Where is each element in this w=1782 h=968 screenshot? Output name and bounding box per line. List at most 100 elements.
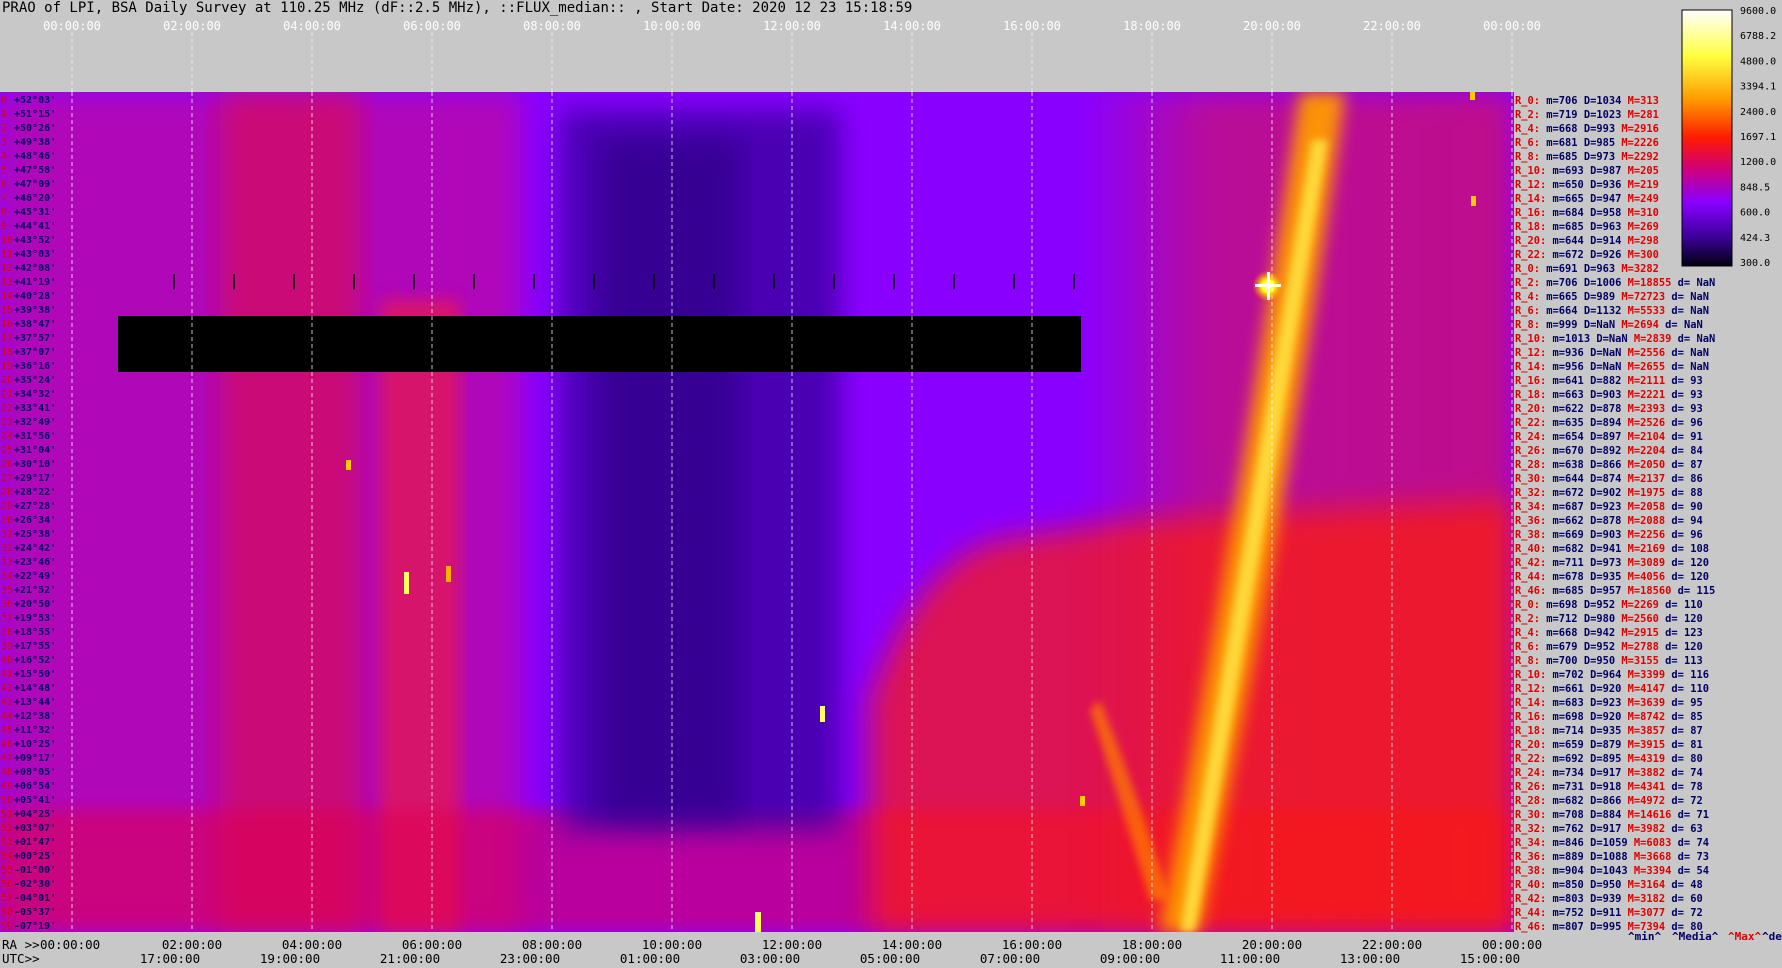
dec-label: -01°00' xyxy=(14,865,56,876)
dec-label: +43°03' xyxy=(14,249,56,260)
dec-label: +47°58' xyxy=(14,165,56,176)
colorbar-tick-label: 6788.2 xyxy=(1740,31,1776,42)
stat-row: R_20: m=622 D=878 M=2393 d= 93 xyxy=(1515,403,1703,415)
dec-label: +32°49' xyxy=(14,417,56,428)
stat-row: R_16: m=698 D=920 M=8742 d= 85 xyxy=(1515,711,1703,723)
dec-label: +48°46' xyxy=(14,151,56,162)
utc-tick-label: 03:00:00 xyxy=(740,951,800,966)
dec-row-number: 25 xyxy=(1,445,13,456)
top-tick-label: 00:00:00 xyxy=(43,19,101,33)
dec-label: +20°50' xyxy=(14,599,56,610)
dec-row-number: 35 xyxy=(1,585,13,596)
stat-row: R_12: m=936 D=NaN M=2556 d= NaN xyxy=(1515,347,1709,359)
dec-row-number: 39 xyxy=(1,641,13,652)
dec-label: +46°20' xyxy=(14,193,56,204)
colorbar-tick-label: 848.5 xyxy=(1740,182,1770,193)
dec-label: +33°41' xyxy=(14,403,56,414)
stat-row: R_42: m=711 D=973 M=3089 d= 120 xyxy=(1515,557,1709,569)
stat-row: R_12: m=661 D=920 M=4147 d= 110 xyxy=(1515,683,1709,695)
dec-row-number: 9 xyxy=(1,221,7,232)
dec-row-number: 23 xyxy=(1,417,13,428)
dec-label: +12°38' xyxy=(14,711,56,722)
utc-tick-label: 21:00:00 xyxy=(380,951,440,966)
dec-label: +15°50' xyxy=(14,669,56,680)
dec-label: +19°53' xyxy=(14,613,56,624)
stat-row: R_6: m=664 D=1132 M=5533 d= NaN xyxy=(1515,305,1709,317)
stat-row: R_22: m=692 D=895 M=4319 d= 80 xyxy=(1515,753,1703,765)
dec-row-number: 41 xyxy=(1,669,13,680)
stat-row: R_40: m=682 D=941 M=2169 d= 108 xyxy=(1515,543,1709,555)
dec-label: +44°41' xyxy=(14,221,56,232)
top-tick-label: 02:00:00 xyxy=(163,19,221,33)
top-tick-label: 04:00:00 xyxy=(283,19,341,33)
stat-row: R_16: m=641 D=882 M=2111 d= 93 xyxy=(1515,375,1703,387)
ra-tick-label: 00:00:00 xyxy=(1482,937,1542,952)
utc-tick-label: 19:00:00 xyxy=(260,951,320,966)
dec-row-number: 43 xyxy=(1,697,13,708)
stat-row: R_44: m=752 D=911 M=3077 d= 72 xyxy=(1515,907,1703,919)
stat-row: R_0: m=691 D=963 M=3282 xyxy=(1515,263,1659,275)
dec-label: +36°16' xyxy=(14,361,56,372)
dec-label: +01°47' xyxy=(14,837,56,848)
dec-label: +29°17' xyxy=(14,473,56,484)
dec-row-number: 37 xyxy=(1,613,13,624)
stat-row: R_2: m=712 D=980 M=2560 d= 120 xyxy=(1515,613,1703,625)
ra-tick-label: 04:00:00 xyxy=(282,937,342,952)
dec-label: +45°31' xyxy=(14,207,56,218)
stat-row: R_44: m=678 D=935 M=4056 d= 120 xyxy=(1515,571,1709,583)
utc-tick-label: 09:00:00 xyxy=(1100,951,1160,966)
dec-row-number: 57 xyxy=(1,893,13,904)
dec-label: +05°41' xyxy=(14,795,56,806)
stat-row: R_22: m=635 D=894 M=2526 d= 96 xyxy=(1515,417,1703,429)
footer-devia: ^devia^ xyxy=(1762,930,1782,943)
stat-row: R_40: m=850 D=950 M=3164 d= 48 xyxy=(1515,879,1703,891)
stat-row: R_34: m=846 D=1059 M=6083 d= 74 xyxy=(1515,837,1709,849)
colorbar-tick-label: 300.0 xyxy=(1740,258,1770,269)
ra-tick-label: 00:00:00 xyxy=(40,937,100,952)
ra-tick-label: 10:00:00 xyxy=(642,937,702,952)
colorbar xyxy=(1681,9,1733,267)
dec-label: -04°01' xyxy=(14,893,56,904)
dec-label: +06°54' xyxy=(14,781,56,792)
stat-row: R_24: m=654 D=897 M=2104 d= 91 xyxy=(1515,431,1703,443)
dec-label: +34°32' xyxy=(14,389,56,400)
dec-label: +21°52' xyxy=(14,585,56,596)
dec-row-number: 13 xyxy=(1,277,13,288)
stat-row: R_20: m=659 D=879 M=3915 d= 81 xyxy=(1515,739,1703,751)
dec-row-number: 2 xyxy=(1,123,7,134)
stat-row: R_8: m=999 D=NaN M=2694 d= NaN xyxy=(1515,319,1703,331)
dec-row-number: 45 xyxy=(1,725,13,736)
dec-label: +39°38' xyxy=(14,305,56,316)
dec-label: +38°47' xyxy=(14,319,56,330)
dec-row-number: 7 xyxy=(1,193,7,204)
stat-row: R_2: m=719 D=1023 M=281 xyxy=(1515,109,1659,121)
dec-row-number: 15 xyxy=(1,305,13,316)
dec-label: +26°34' xyxy=(14,515,56,526)
top-tick-label: 14:00:00 xyxy=(883,19,941,33)
source-3 xyxy=(446,566,451,582)
dec-row-number: 12 xyxy=(1,263,13,274)
stat-row: R_34: m=687 D=923 M=2058 d= 90 xyxy=(1515,501,1703,513)
dec-row-number: 16 xyxy=(1,319,13,330)
ra-tick-label: 16:00:00 xyxy=(1002,937,1062,952)
top-tick-label: 20:00:00 xyxy=(1243,19,1301,33)
dec-label: +23°46' xyxy=(14,557,56,568)
stat-row: R_8: m=685 D=973 M=2292 xyxy=(1515,151,1659,163)
masked-band xyxy=(118,316,1081,372)
ra-tick-label: 06:00:00 xyxy=(402,937,462,952)
utc-tick-label: 01:00:00 xyxy=(620,951,680,966)
stat-row: R_2: m=706 D=1006 M=18855 d= NaN xyxy=(1515,277,1715,289)
colorbar-tick-label: 9600.0 xyxy=(1740,6,1776,17)
stat-row: R_14: m=665 D=947 M=249 xyxy=(1515,193,1659,205)
stat-row: R_32: m=672 D=902 M=1975 d= 88 xyxy=(1515,487,1703,499)
footer-median: ^Media^ xyxy=(1672,930,1719,943)
stat-row: R_4: m=668 D=993 M=2916 xyxy=(1515,123,1659,135)
colorbar-labels: 9600.0 6788.2 4800.0 3394.1 2400.0 1697.1 1200… xyxy=(1740,6,1776,269)
stat-row: R_0: m=706 D=1034 M=313 xyxy=(1515,95,1659,107)
dec-row-number: 28 xyxy=(1,487,13,498)
dec-row-number: 18 xyxy=(1,347,13,358)
dec-label: +10°25' xyxy=(14,739,56,750)
dec-row-number: 17 xyxy=(1,333,13,344)
stat-row: R_12: m=650 D=936 M=219 xyxy=(1515,179,1659,191)
dec-label: +35°24' xyxy=(14,375,56,386)
